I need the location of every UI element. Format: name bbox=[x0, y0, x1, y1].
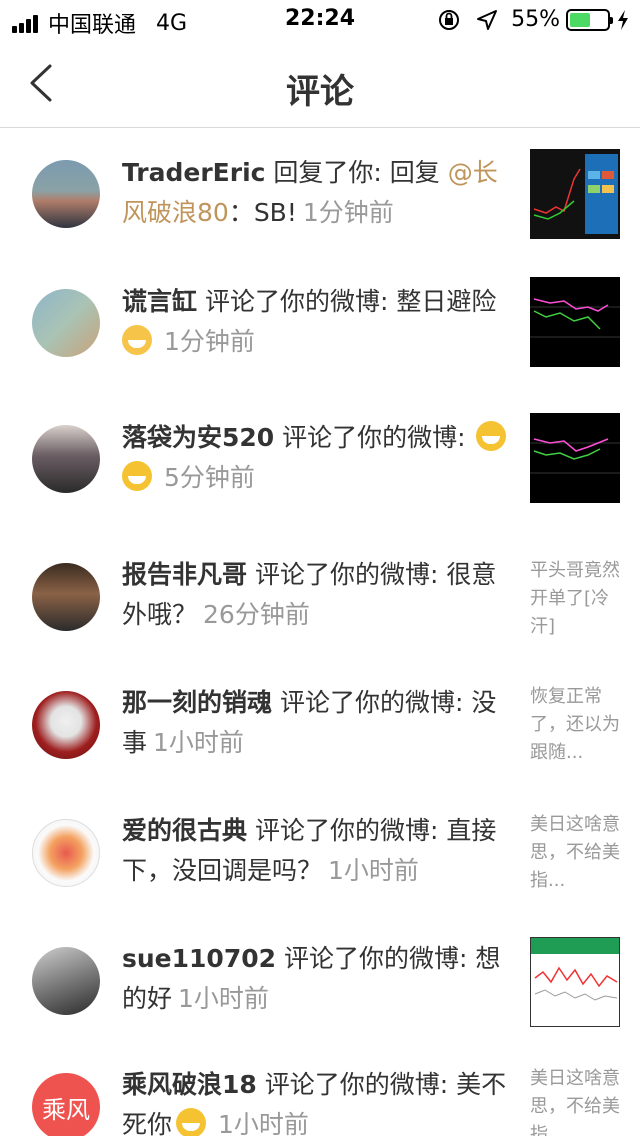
comment-list[interactable]: TraderEric 回复了你: 回复 @长风破浪80：SB! 1分钟前 谎言缸 … bbox=[0, 129, 640, 1136]
comment-item[interactable]: 落袋为安520 评论了你的微博: 5分钟前 bbox=[0, 401, 640, 537]
grin-emoji-icon bbox=[122, 461, 152, 491]
comment-text[interactable]: sue110702 评论了你的微博: 想的好 1小时前 bbox=[122, 939, 514, 1019]
quoted-post[interactable]: 美日这啥意思，不给美指... bbox=[530, 1065, 622, 1136]
username[interactable]: 谎言缸 bbox=[122, 287, 197, 316]
status-right: 55% bbox=[437, 7, 630, 32]
user-avatar[interactable]: 乘风 bbox=[32, 1073, 100, 1136]
action-text: 评论了你的微博: bbox=[247, 560, 447, 589]
username[interactable]: sue110702 bbox=[122, 944, 276, 973]
user-avatar[interactable] bbox=[32, 425, 100, 493]
post-thumbnail[interactable] bbox=[530, 149, 620, 239]
user-avatar[interactable] bbox=[32, 160, 100, 228]
comment-item[interactable]: TraderEric 回复了你: 回复 @长风破浪80：SB! 1分钟前 bbox=[0, 129, 640, 265]
action-text: 评论了你的微博: bbox=[256, 1070, 457, 1099]
username[interactable]: TraderEric bbox=[122, 158, 265, 187]
nav-bar: 评论 bbox=[0, 40, 640, 128]
grin-emoji-icon bbox=[176, 1108, 207, 1136]
comment-item[interactable]: 谎言缸 评论了你的微博: 整日避险 1分钟前 bbox=[0, 265, 640, 401]
timestamp: 1小时前 bbox=[328, 856, 419, 885]
comment-item[interactable]: 那一刻的销魂 评论了你的微博: 没事 1小时前 恢复正常了，还以为跟随... bbox=[0, 665, 640, 793]
quoted-post[interactable]: 恢复正常了，还以为跟随... bbox=[530, 683, 622, 767]
user-avatar[interactable] bbox=[32, 691, 100, 759]
comment-text[interactable]: 乘风破浪18 评论了你的微博: 美不死你 1小时前 bbox=[122, 1065, 514, 1136]
crying-emoji-icon bbox=[122, 325, 152, 355]
timestamp: 26分钟前 bbox=[203, 600, 310, 629]
timestamp: 1分钟前 bbox=[302, 198, 394, 227]
charging-icon bbox=[618, 9, 628, 30]
comment-item[interactable]: 乘风 乘风破浪18 评论了你的微博: 美不死你 1小时前 美日这啥意思，不给美指.… bbox=[0, 1049, 640, 1136]
comment-text[interactable]: 那一刻的销魂 评论了你的微博: 没事 1小时前 bbox=[122, 683, 514, 763]
user-avatar[interactable] bbox=[32, 819, 100, 887]
timestamp: 1小时前 bbox=[178, 984, 269, 1013]
page-title: 评论 bbox=[286, 72, 354, 112]
comment-text[interactable]: 落袋为安520 评论了你的微博: 5分钟前 bbox=[122, 418, 514, 498]
comment-text[interactable]: 报告非凡哥 评论了你的微博: 很意外哦？ 26分钟前 bbox=[122, 555, 514, 635]
battery-percent: 55% bbox=[511, 7, 560, 32]
comment-body: 整日避险 bbox=[396, 287, 497, 316]
action-text: 评论了你的微博: bbox=[272, 688, 472, 717]
post-thumbnail[interactable] bbox=[530, 937, 620, 1027]
location-icon bbox=[477, 9, 498, 30]
user-avatar[interactable] bbox=[32, 947, 100, 1015]
action-text: 评论了你的微博: bbox=[247, 816, 447, 845]
action-text: 评论了你的微博: bbox=[274, 423, 474, 452]
battery-icon bbox=[566, 8, 613, 31]
comment-item[interactable]: sue110702 评论了你的微博: 想的好 1小时前 bbox=[0, 921, 640, 1049]
post-thumbnail[interactable] bbox=[530, 277, 620, 367]
comment-text[interactable]: 谎言缸 评论了你的微博: 整日避险 1分钟前 bbox=[122, 282, 514, 362]
timestamp: 1分钟前 bbox=[164, 327, 255, 356]
username[interactable]: 爱的很古典 bbox=[122, 816, 247, 845]
rotation-lock-icon bbox=[439, 9, 460, 30]
timestamp: 5分钟前 bbox=[164, 463, 255, 492]
status-bar: 中国联通 4G 22:24 55% bbox=[0, 0, 640, 40]
username[interactable]: 报告非凡哥 bbox=[122, 560, 247, 589]
user-avatar[interactable] bbox=[32, 289, 100, 357]
username[interactable]: 落袋为安520 bbox=[122, 423, 274, 452]
grin-emoji-icon bbox=[475, 421, 506, 451]
comment-body: ：SB! bbox=[228, 198, 297, 227]
action-text: 回复了你: 回复 bbox=[265, 158, 448, 187]
comment-item[interactable]: 报告非凡哥 评论了你的微博: 很意外哦？ 26分钟前 平头哥竟然开单了[冷汗] bbox=[0, 537, 640, 665]
quoted-post[interactable]: 平头哥竟然开单了[冷汗] bbox=[530, 557, 622, 641]
comment-text[interactable]: TraderEric 回复了你: 回复 @长风破浪80：SB! 1分钟前 bbox=[122, 153, 514, 233]
username[interactable]: 乘风破浪18 bbox=[122, 1070, 257, 1099]
post-thumbnail[interactable] bbox=[530, 413, 620, 503]
comment-text[interactable]: 爱的很古典 评论了你的微博: 直接下，没回调是吗？ 1小时前 bbox=[122, 811, 514, 891]
avatar-text: 乘风 bbox=[42, 1095, 90, 1124]
action-text: 评论了你的微博: bbox=[276, 944, 476, 973]
timestamp: 1小时前 bbox=[153, 728, 244, 757]
timestamp: 1小时前 bbox=[218, 1110, 309, 1136]
quoted-post[interactable]: 美日这啥意思，不给美指... bbox=[530, 811, 622, 895]
user-avatar[interactable] bbox=[32, 563, 100, 631]
username[interactable]: 那一刻的销魂 bbox=[122, 688, 272, 717]
comment-item[interactable]: 爱的很古典 评论了你的微博: 直接下，没回调是吗？ 1小时前 美日这啥意思，不给美… bbox=[0, 793, 640, 921]
action-text: 评论了你的微博: bbox=[197, 287, 397, 316]
